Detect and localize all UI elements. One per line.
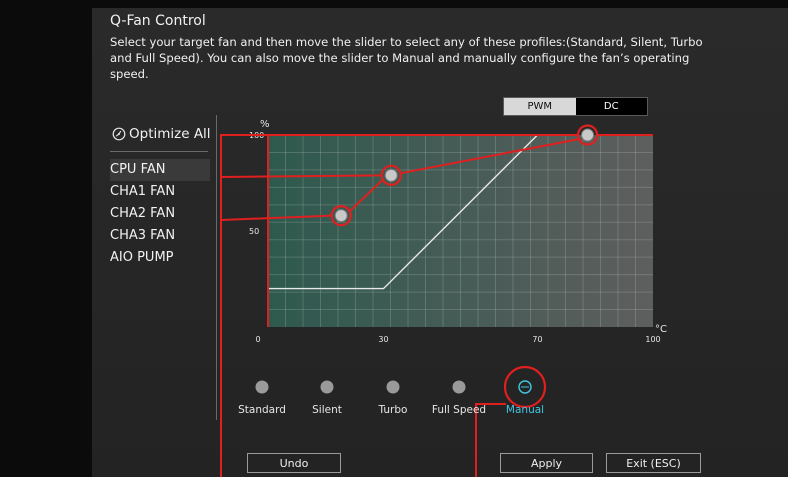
profile-label-silent[interactable]: Silent	[312, 404, 342, 416]
y-axis-unit: %	[260, 119, 270, 130]
undo-button[interactable]: Undo	[247, 453, 341, 473]
profile-knob[interactable]	[452, 380, 466, 394]
x-tick-label: 0	[255, 335, 260, 344]
control-point[interactable]	[334, 209, 348, 223]
x-tick-label: 70	[532, 335, 542, 344]
profile-label-turbo[interactable]: Turbo	[379, 404, 408, 416]
x-tick-label: 100	[645, 335, 660, 344]
qfan-window: Q-Fan Control Select your target fan and…	[0, 0, 788, 477]
apply-button[interactable]: Apply	[500, 453, 593, 473]
profile-label-manual[interactable]: Manual	[506, 404, 544, 416]
profile-knob[interactable]	[320, 380, 334, 394]
profile-knob[interactable]	[386, 380, 400, 394]
exit-button[interactable]: Exit (ESC)	[606, 453, 701, 473]
x-tick-label: 30	[378, 335, 388, 344]
profile-label-full-speed[interactable]: Full Speed	[432, 404, 486, 416]
profile-label-standard[interactable]: Standard	[238, 404, 286, 416]
control-point[interactable]	[384, 168, 398, 182]
control-point[interactable]	[581, 128, 595, 142]
x-axis-unit: °C	[655, 324, 667, 335]
y-tick-label: 50	[249, 227, 259, 236]
profile-knob[interactable]	[255, 380, 269, 394]
